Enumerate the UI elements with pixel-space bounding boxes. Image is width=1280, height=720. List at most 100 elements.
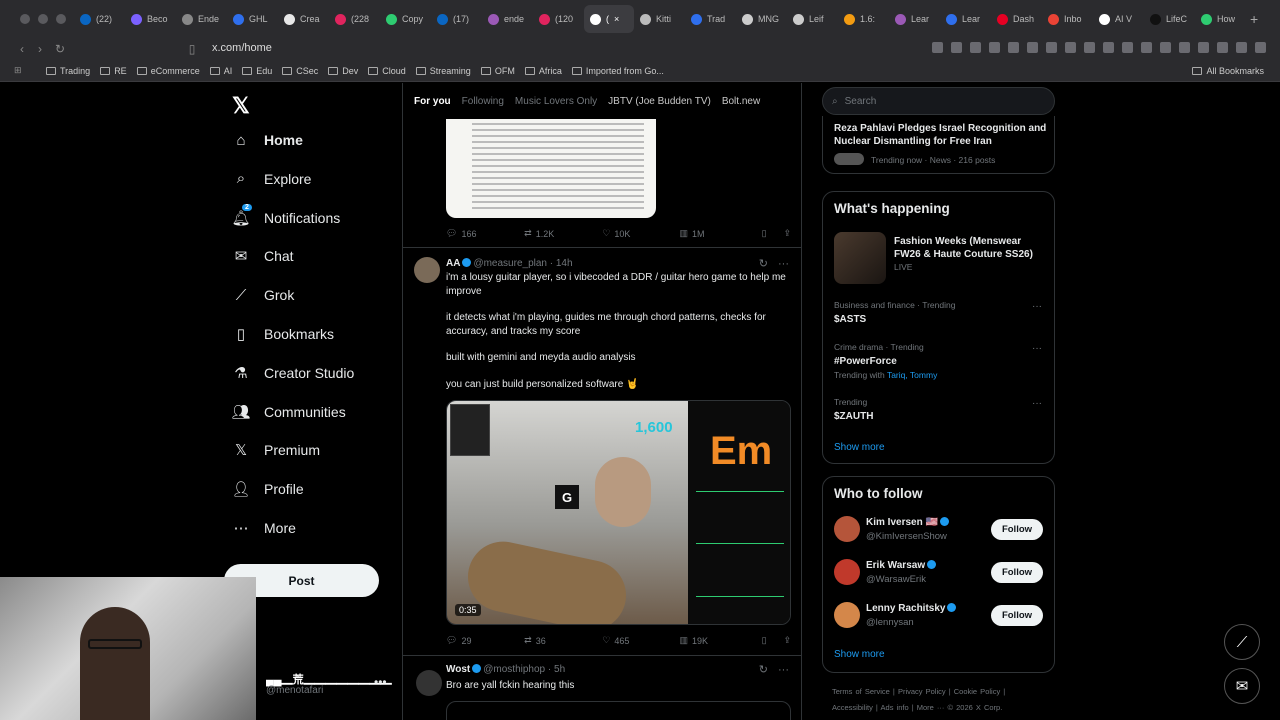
browser-tab[interactable]: Beco [125,5,176,33]
apps-icon[interactable]: ⊞ [14,65,22,76]
tweet-author-name[interactable]: Wost [446,664,470,675]
avatar[interactable] [414,257,440,283]
browser-tab[interactable]: Inbo [1042,5,1093,33]
share-icon[interactable]: ⇪ [783,228,791,239]
close-tab-icon[interactable]: × [614,14,619,24]
trend-title[interactable]: $ASTS [834,313,1049,326]
footer-links[interactable]: Accessibility | Ads info | More ··· © 20… [832,703,1002,712]
bookmark-folder[interactable]: OFM [480,66,515,76]
browser-tab[interactable]: ende [482,5,533,33]
reload-icon[interactable]: ↻ [52,42,68,56]
sidebar-item-profile[interactable]: 👤︎ Profile [231,480,303,498]
window-controls[interactable] [0,14,74,24]
browser-tab[interactable]: Copy [380,5,431,33]
suggestion-handle[interactable]: @WarsawErik [866,574,926,585]
grok-fab-icon[interactable]: ⟋ [1224,624,1260,660]
bookmark-folder[interactable]: Cloud [368,66,406,76]
views-button[interactable]: ▥ 19K [680,635,762,646]
bookmark-folder[interactable]: Dev [328,66,358,76]
avatar[interactable] [834,602,860,628]
repost-button[interactable]: ⇄ 1.2K [524,228,602,239]
trend-title[interactable]: #PowerForce [834,355,1049,368]
tab-bolt[interactable]: Bolt.new [722,96,760,107]
sidebar-item-notifications[interactable]: 🔔︎ 2 Notifications [231,203,340,227]
reply-button[interactable]: 💬︎ 166 [446,228,524,239]
x-logo-icon[interactable]: 𝕏 [232,93,250,119]
bookmark-folder[interactable]: eCommerce [136,66,200,76]
like-button[interactable]: ♡ 10K [602,228,679,239]
browser-tab[interactable]: Crea [278,5,329,33]
bookmark-tweet-icon[interactable]: ▯ [762,635,784,646]
browser-tab[interactable]: (× [584,5,634,33]
tweet-author-handle[interactable]: @measure_plan [473,258,547,269]
tweet-time[interactable]: 5h [554,664,565,675]
bookmark-folder[interactable]: AI [209,66,232,76]
tweet-author-name[interactable]: AA [446,258,460,269]
browser-tab[interactable]: Leif [787,5,838,33]
browser-tab[interactable]: Dash [991,5,1042,33]
tab-jbtv[interactable]: JBTV (Joe Budden TV) [608,96,711,107]
sidebar-item-chat[interactable]: ✉ Chat [232,247,294,265]
browser-tab[interactable]: (228 [329,5,380,33]
sidebar-item-more[interactable]: ⋯ More [232,519,296,537]
suggestion-name[interactable]: Lenny Rachitsky [866,603,958,614]
browser-tab[interactable]: (120 [533,5,584,33]
bookmark-page-icon[interactable]: ▯ [184,42,200,56]
bookmark-folder[interactable]: Edu [242,66,272,76]
share-icon[interactable]: ⇪ [783,635,791,646]
like-button[interactable]: ♡ 465 [602,635,679,646]
bookmark-folder[interactable]: Trading [46,66,90,76]
bookmark-folder[interactable]: Streaming [415,66,471,76]
bookmark-folder[interactable]: Africa [524,66,562,76]
reply-button[interactable]: 💬︎ 29 [446,635,524,646]
tweet-author-handle[interactable]: @mosthiphop [483,664,545,675]
browser-tab[interactable]: Lear [940,5,991,33]
tab-for-you[interactable]: For you [414,96,451,107]
follow-button[interactable]: Follow [991,605,1043,626]
show-more-link[interactable]: Show more [834,649,885,660]
browser-tab[interactable]: (17) [431,5,482,33]
browser-tab[interactable]: (22) [74,5,125,33]
forward-icon[interactable]: › [32,42,48,56]
sidebar-item-communities[interactable]: 👥︎ Communities [231,403,345,421]
bookmark-tweet-icon[interactable]: ▯ [762,228,784,239]
event-thumbnail[interactable] [834,232,886,284]
browser-tab[interactable]: AI V [1093,5,1144,33]
bookmark-folder[interactable]: Imported from Go... [571,66,664,76]
browser-tab[interactable]: How [1195,5,1246,33]
sidebar-item-grok[interactable]: ⟋ Grok [232,286,295,304]
url-field[interactable]: x.com/home [212,42,272,54]
follow-button[interactable]: Follow [991,562,1043,583]
tweet-image-paper[interactable] [446,119,656,218]
sidebar-item-explore[interactable]: ⌕ Explore [232,170,312,188]
tab-music-lovers[interactable]: Music Lovers Only [515,96,597,107]
follow-button[interactable]: Follow [991,519,1043,540]
extension-icons[interactable] [932,42,1266,53]
suggestion-handle[interactable]: @KimIversenShow [866,531,947,542]
grok-tweet-icon[interactable]: ↻ ··· [759,663,789,676]
back-icon[interactable]: ‹ [14,42,30,56]
all-bookmarks-button[interactable]: All Bookmarks [1192,66,1264,76]
trend-title[interactable]: $ZAUTH [834,410,1049,423]
browser-tab[interactable]: Ende [176,5,227,33]
bookmark-folder[interactable]: RE [100,66,127,76]
quoted-tweet[interactable] [446,701,791,720]
account-handle[interactable]: @menotafari [266,685,323,696]
new-tab-icon[interactable]: + [1250,11,1258,27]
trend-more-icon[interactable]: ··· [1032,343,1042,354]
grok-tweet-icon[interactable]: ↻ ··· [759,257,789,270]
trend-more-icon[interactable]: ··· [1032,398,1042,409]
browser-tab[interactable]: Kitti [634,5,685,33]
repost-button[interactable]: ⇄ 36 [524,635,602,646]
sidebar-item-bookmarks[interactable]: ▯ Bookmarks [232,325,334,343]
views-button[interactable]: ▥ 1M [680,228,762,239]
browser-tab[interactable]: Trad [685,5,736,33]
browser-tab[interactable]: GHL [227,5,278,33]
suggestion-name[interactable]: Erik Warsaw [866,560,938,571]
bookmark-folder[interactable]: CSec [282,66,318,76]
footer-links[interactable]: Terms of Service | Privacy Policy | Cook… [832,687,1005,696]
avatar[interactable] [834,516,860,542]
suggestion-name[interactable]: Kim Iversen 🇺🇸 [866,517,951,528]
browser-tab[interactable]: LifeC [1144,5,1195,33]
search-input[interactable]: ⌕ Search [822,87,1055,115]
